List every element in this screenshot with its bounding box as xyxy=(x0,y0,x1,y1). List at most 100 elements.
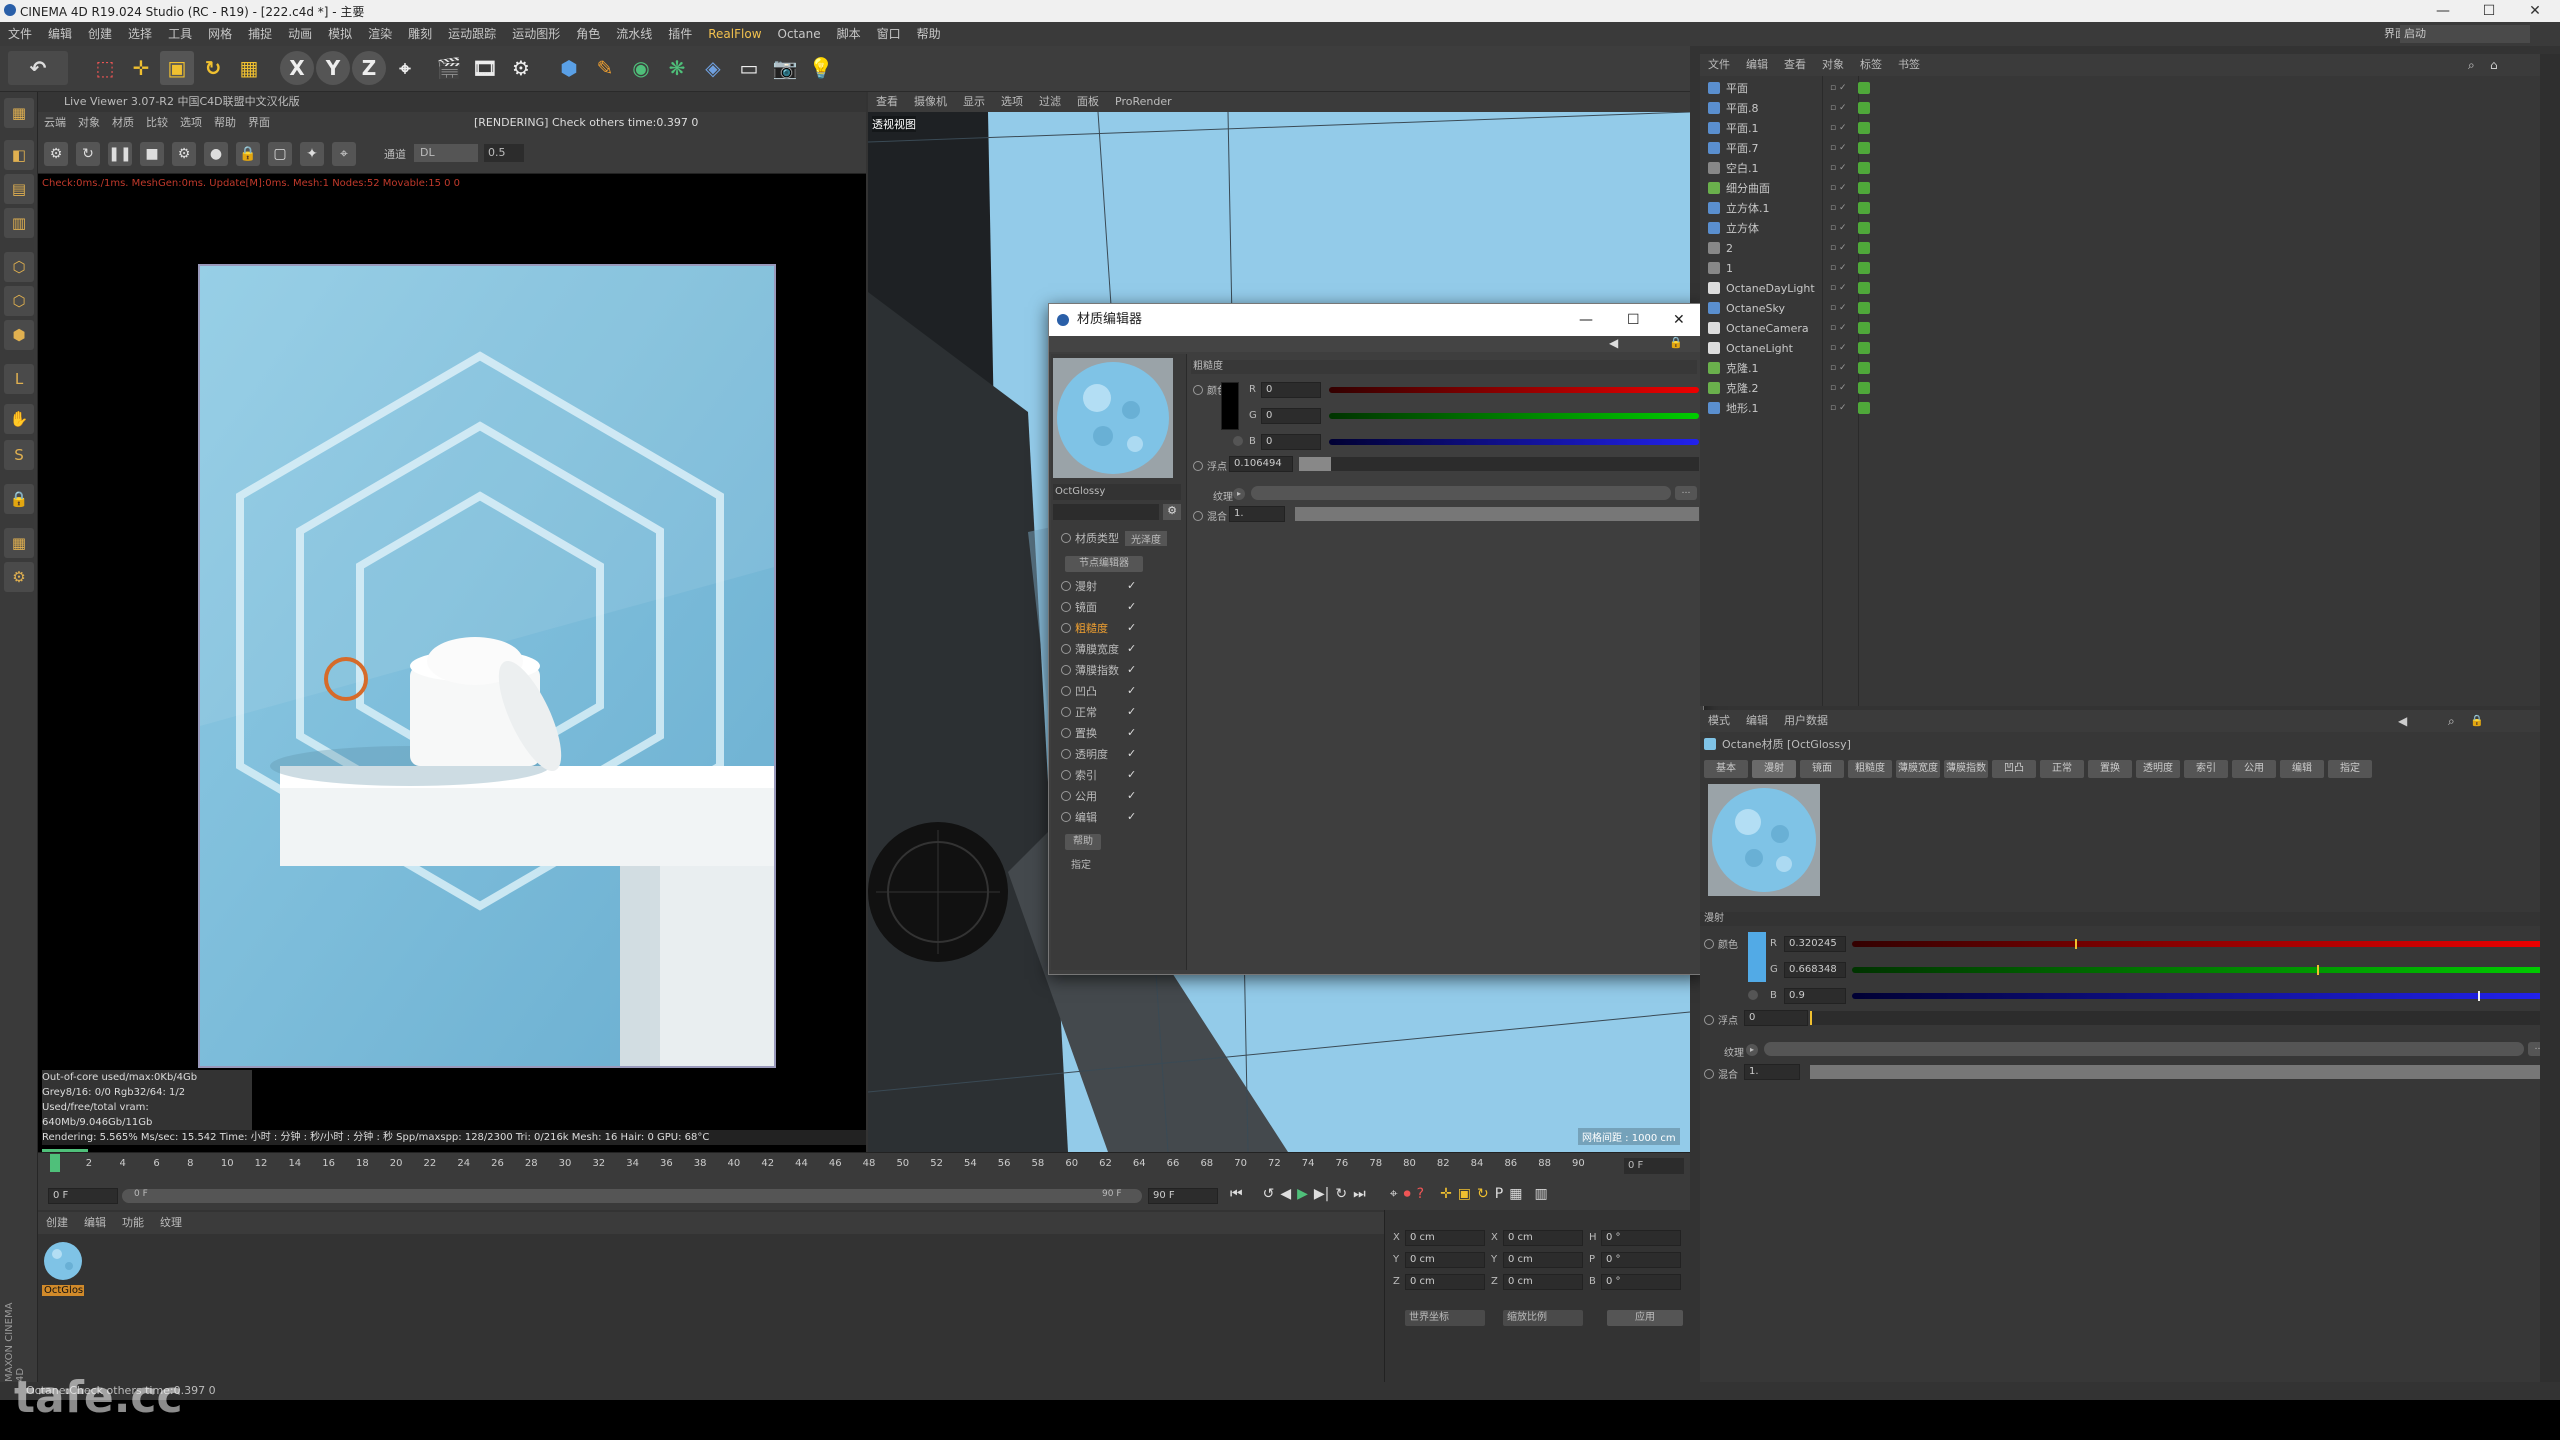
channel-row[interactable]: 漫射 ✓ xyxy=(1061,576,1139,596)
channel-checkbox-icon[interactable]: ✓ xyxy=(1127,748,1139,760)
menu-sculpt[interactable]: 雕刻 xyxy=(408,22,432,46)
material-type-radio[interactable] xyxy=(1061,533,1071,543)
am-texture-slot[interactable] xyxy=(1764,1042,2524,1056)
channel-row[interactable]: 透明度 ✓ xyxy=(1061,744,1139,764)
auto-key-icon[interactable]: ? xyxy=(1417,1186,1424,1202)
am-mix-slider[interactable] xyxy=(1810,1065,2550,1079)
rotation-key-icon[interactable]: ↻ xyxy=(1477,1186,1489,1202)
color-picker-icon[interactable] xyxy=(1233,436,1243,446)
tweak-icon[interactable]: ✋ xyxy=(4,404,34,434)
stop-icon[interactable]: ■ xyxy=(140,142,164,166)
visibility-toggle-icon[interactable]: ▫ ✓ xyxy=(1830,403,1858,413)
object-name[interactable]: 平面.8 xyxy=(1726,100,1830,116)
last-tool-icon[interactable]: ▦ xyxy=(232,51,266,85)
am-g-knob[interactable] xyxy=(2316,965,2319,975)
texture-arrow-icon[interactable]: ▸ xyxy=(1233,488,1245,500)
object-row[interactable]: OctaneLight ▫ ✓ xyxy=(1708,338,2560,358)
record-icon[interactable]: ⏺ xyxy=(1404,1186,1411,1202)
am-r-value-field[interactable]: 0.320245 xyxy=(1784,936,1846,952)
object-row[interactable]: OctaneSky ▫ ✓ xyxy=(1708,298,2560,318)
lv-menu-objects[interactable]: 对象 xyxy=(78,112,100,134)
make-editable-icon[interactable]: ▦ xyxy=(4,98,34,128)
minimize-button[interactable]: — xyxy=(2420,0,2466,22)
om-menu-bookmarks[interactable]: 书签 xyxy=(1898,54,1920,76)
object-row[interactable]: 空白.1 ▫ ✓ xyxy=(1708,158,2560,178)
object-name[interactable]: 1 xyxy=(1726,262,1830,275)
material-tag-icon[interactable] xyxy=(1858,82,1870,94)
visibility-toggle-icon[interactable]: ▫ ✓ xyxy=(1830,183,1858,193)
coord-value-field[interactable]: 0 ° xyxy=(1601,1274,1681,1290)
me-close-button[interactable]: ✕ xyxy=(1673,304,1685,336)
axis-mode-icon[interactable]: L xyxy=(4,364,34,394)
material-tag-icon[interactable] xyxy=(1858,102,1870,114)
me-minimize-button[interactable]: — xyxy=(1579,304,1593,336)
edges-mode-icon[interactable]: ⬡ xyxy=(4,286,34,316)
channel-number[interactable]: 0.5 xyxy=(484,144,524,162)
coord-value-field[interactable]: 0 cm xyxy=(1503,1230,1583,1246)
am-texture-arrow-icon[interactable]: ▸ xyxy=(1746,1044,1758,1056)
z-axis-icon[interactable]: Z xyxy=(352,51,386,85)
am-tab[interactable]: 薄膜宽度 xyxy=(1896,760,1940,778)
am-tab[interactable]: 指定 xyxy=(2328,760,2372,778)
g-slider[interactable] xyxy=(1329,413,1699,419)
om-search-icon[interactable]: ⌕ xyxy=(2468,54,2475,76)
channel-radio[interactable] xyxy=(1061,623,1071,633)
coord-value-field[interactable]: 0 cm xyxy=(1405,1252,1485,1268)
float-radio[interactable] xyxy=(1193,460,1203,471)
next-frame-icon[interactable]: ▶| xyxy=(1314,1186,1329,1202)
am-color-radio[interactable] xyxy=(1704,938,1714,949)
om-menu-tags[interactable]: 标签 xyxy=(1860,54,1882,76)
visibility-toggle-icon[interactable]: ▫ ✓ xyxy=(1830,283,1858,293)
vp-menu-display[interactable]: 显示 xyxy=(963,92,985,112)
object-row[interactable]: 克隆.2 ▫ ✓ xyxy=(1708,378,2560,398)
object-row[interactable]: 细分曲面 ▫ ✓ xyxy=(1708,178,2560,198)
am-tab[interactable]: 漫射 xyxy=(1752,760,1796,778)
g-value-field[interactable]: 0 xyxy=(1261,408,1321,424)
mm-menu-function[interactable]: 功能 xyxy=(122,1212,144,1234)
channel-radio[interactable] xyxy=(1061,602,1071,612)
object-row[interactable]: OctaneCamera ▫ ✓ xyxy=(1708,318,2560,338)
vp-menu-prorender[interactable]: ProRender xyxy=(1115,92,1172,112)
object-name[interactable]: 空白.1 xyxy=(1726,160,1830,176)
object-row[interactable]: 平面 ▫ ✓ xyxy=(1708,78,2560,98)
render-view-icon[interactable]: 🎬 xyxy=(432,51,466,85)
om-menu-edit[interactable]: 编辑 xyxy=(1746,54,1768,76)
deformer-icon[interactable]: ◈ xyxy=(696,51,730,85)
am-r-slider[interactable] xyxy=(1852,939,2548,949)
object-row[interactable]: 立方体.1 ▫ ✓ xyxy=(1708,198,2560,218)
go-to-start-icon[interactable]: ⏮ xyxy=(1230,1186,1243,1202)
play-icon[interactable]: ▶ xyxy=(1297,1186,1308,1202)
timeline-playhead[interactable] xyxy=(50,1154,60,1172)
channel-checkbox-icon[interactable]: ✓ xyxy=(1127,727,1139,739)
menu-mograph[interactable]: 运动图形 xyxy=(512,22,560,46)
previous-frame-icon[interactable]: ◀ xyxy=(1280,1186,1291,1202)
menu-octane[interactable]: Octane xyxy=(778,22,821,46)
menu-edit[interactable]: 编辑 xyxy=(48,22,72,46)
material-name-input[interactable] xyxy=(1053,504,1159,520)
channel-checkbox-icon[interactable]: ✓ xyxy=(1127,622,1139,634)
keyframe-selection-icon[interactable]: ⌖ xyxy=(1390,1186,1398,1202)
am-b-slider[interactable] xyxy=(1852,991,2548,1001)
material-tag-icon[interactable] xyxy=(1858,362,1870,374)
close-button[interactable]: ✕ xyxy=(2512,0,2558,22)
visibility-toggle-icon[interactable]: ▫ ✓ xyxy=(1830,123,1858,133)
am-tab[interactable]: 置换 xyxy=(2088,760,2132,778)
previous-key-icon[interactable]: ↺ xyxy=(1263,1186,1275,1202)
object-row[interactable]: 平面.1 ▫ ✓ xyxy=(1708,118,2560,138)
am-tab[interactable]: 基本 xyxy=(1704,760,1748,778)
light-icon[interactable]: 💡 xyxy=(804,51,838,85)
channel-checkbox-icon[interactable]: ✓ xyxy=(1127,769,1139,781)
visibility-toggle-icon[interactable]: ▫ ✓ xyxy=(1830,263,1858,273)
color-swatch[interactable] xyxy=(1221,382,1239,430)
menu-script[interactable]: 脚本 xyxy=(837,22,861,46)
coord-value-field[interactable]: 0 cm xyxy=(1503,1252,1583,1268)
am-mix-radio[interactable] xyxy=(1704,1068,1714,1079)
layout-select[interactable]: 启动 xyxy=(2400,25,2530,43)
maximize-button[interactable]: ☐ xyxy=(2466,0,2512,22)
am-tab[interactable]: 正常 xyxy=(2040,760,2084,778)
am-r-knob[interactable] xyxy=(2074,939,2077,949)
mm-menu-create[interactable]: 创建 xyxy=(46,1212,68,1234)
lock-icon[interactable]: 🔒 xyxy=(4,484,34,514)
cube-icon[interactable]: ⬢ xyxy=(552,51,586,85)
visibility-toggle-icon[interactable]: ▫ ✓ xyxy=(1830,323,1858,333)
